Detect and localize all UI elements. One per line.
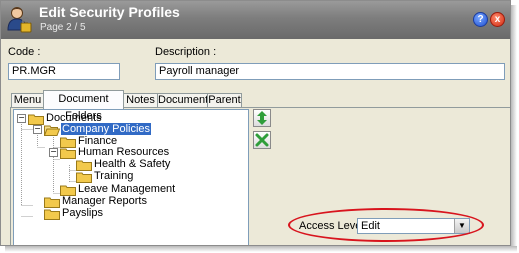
code-field[interactable]: PR.MGR [8,63,120,80]
collapse-toggle-company-policies[interactable]: − [33,125,42,134]
tab-documents[interactable]: Documents [157,93,214,108]
remove-x-icon [255,133,269,147]
page-indicator: Page 2 / 5 [40,22,86,33]
folder-icon [76,160,92,171]
tree-node-payslips[interactable]: Payslips [62,207,103,220]
folder-icon [44,197,60,208]
collapse-toggle-human-resources[interactable]: − [49,148,58,157]
tab-notes[interactable]: Notes [123,93,158,108]
description-label: Description : [155,46,217,58]
folder-icon [44,209,60,220]
window-shadow-right [511,5,517,248]
edit-security-profiles-window: Edit Security Profiles Page 2 / 5 ? x Co… [0,0,511,246]
window-title: Edit Security Profiles [39,4,180,20]
highlight-annotation [288,208,484,242]
folder-icon [76,172,92,183]
close-icon[interactable]: x [490,12,505,27]
tab-menu[interactable]: Menu [11,93,44,108]
expand-collapse-button[interactable] [253,109,271,127]
user-lock-icon [7,7,32,33]
collapse-toggle-documents[interactable]: − [17,114,26,123]
code-label: Code : [8,46,41,58]
remove-button[interactable] [253,131,271,149]
window-shadow-bottom [5,246,517,252]
folder-icon [60,148,76,159]
folder-tree[interactable]: − Documents − Company Policies Finance −… [13,109,249,245]
tab-parent[interactable]: Parent [207,93,242,108]
folder-open-icon [44,125,60,136]
description-field[interactable]: Payroll manager [155,63,505,80]
expand-collapse-arrows-icon [257,111,267,125]
tab-document-folders[interactable]: Document Folders [43,90,124,122]
title-bar: Edit Security Profiles Page 2 / 5 ? x [1,1,510,39]
help-icon[interactable]: ? [473,12,488,27]
tree-node-training[interactable]: Training [94,170,133,183]
